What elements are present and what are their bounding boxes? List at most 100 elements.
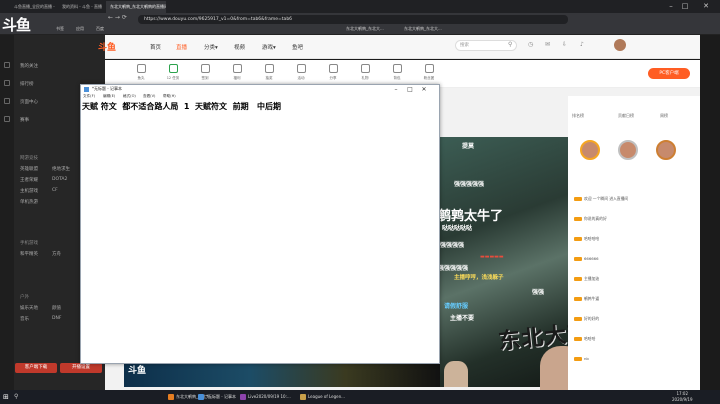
tool-item[interactable]: 12 任务 xyxy=(160,64,186,81)
stream-settings-button[interactable]: 开播设置 xyxy=(60,363,102,373)
sidebar-item[interactable]: CF xyxy=(52,188,58,193)
tool-item[interactable]: 礼物 xyxy=(352,64,378,81)
nav-games[interactable]: 游戏▾ xyxy=(262,43,276,51)
sidebar-item[interactable]: 单机热游 xyxy=(20,199,38,205)
minimize-icon[interactable]: – xyxy=(664,0,678,12)
sidebar-section-title: 手机游戏 xyxy=(20,241,38,246)
tool-item[interactable]: 活动 xyxy=(288,64,314,81)
top-fan-avatar[interactable] xyxy=(618,140,638,160)
site-header xyxy=(105,35,700,59)
bookmark-item[interactable]: 应用 xyxy=(76,26,84,32)
tool-item[interactable]: 分享 xyxy=(320,64,346,81)
chat-line: 你说的真的好 xyxy=(574,216,607,222)
nav-category[interactable]: 分类▾ xyxy=(204,43,218,51)
menu-edit[interactable]: 编辑(E) xyxy=(103,94,115,99)
notepad-close-icon[interactable]: ✕ xyxy=(418,85,430,94)
history-icon[interactable]: ◷ xyxy=(528,41,533,48)
maximize-icon[interactable]: □ xyxy=(678,0,692,12)
tool-item[interactable]: 鱼丸 xyxy=(128,64,154,81)
page-center-icon[interactable] xyxy=(4,98,10,104)
tool-item[interactable]: 抽奖 xyxy=(256,64,282,81)
windows-start-icon[interactable]: ⊞ xyxy=(3,393,9,401)
sidebar-item[interactable]: 颜值 xyxy=(52,305,61,311)
sidebar-item-page-center[interactable]: 页面中心 xyxy=(20,99,38,105)
tool-item[interactable]: 签到 xyxy=(192,64,218,81)
close-icon[interactable]: ✕ xyxy=(692,0,720,12)
sidebar-item[interactable]: 主机游戏 xyxy=(20,188,38,194)
sidebar-item[interactable]: DNF xyxy=(52,316,61,321)
url-input[interactable]: https://www.douyu.com/9625917_v1=0&from=… xyxy=(138,15,568,24)
menu-help[interactable]: 帮助(H) xyxy=(163,94,176,99)
notepad-window[interactable] xyxy=(80,84,440,364)
back-forward-icon[interactable]: ← → ⟳ xyxy=(108,14,127,21)
header-logo[interactable]: 斗鱼 xyxy=(98,40,116,53)
tool-item[interactable]: 粉丝团 xyxy=(416,64,442,81)
chat-line: 哈哈哈 xyxy=(574,336,595,342)
sidebar-item[interactable]: 音乐 xyxy=(20,316,29,322)
taskbar-item[interactable]: League of Legen... xyxy=(298,391,348,403)
search-icon[interactable]: ⚲ xyxy=(14,393,18,400)
menu-file[interactable]: 文件(F) xyxy=(83,94,95,99)
danmaku: 请假舒服 xyxy=(444,303,469,310)
danmaku: 鹌鹑太牛了 xyxy=(440,209,504,224)
sidebar-item[interactable]: 绝地求生 xyxy=(52,166,70,172)
system-clock: 17:02 2020/9/19 xyxy=(672,391,693,402)
sidebar-item-rank[interactable]: 排行榜 xyxy=(20,81,34,87)
tool-item[interactable]: 背包 xyxy=(384,64,410,81)
sidebar-item[interactable]: 王者荣耀 xyxy=(20,177,38,183)
sidebar-item[interactable]: 娱乐天地 xyxy=(20,305,38,311)
sidebar-item-follow[interactable]: 我的关注 xyxy=(20,63,38,69)
rank-icon[interactable] xyxy=(4,80,10,86)
taskbar-item[interactable]: *无标题 - 记事本 xyxy=(196,391,236,403)
sidebar-item[interactable]: 英雄联盟 xyxy=(20,166,38,172)
nav-live[interactable]: 直播 xyxy=(176,43,187,51)
menu-view[interactable]: 查看(V) xyxy=(143,94,155,99)
download-icon[interactable]: ⇩ xyxy=(562,41,567,48)
taskbar-item[interactable]: Live2020/09/19 10:... xyxy=(238,391,296,403)
danmaku: 主播哼哼，浅浅躲子 xyxy=(454,275,504,281)
bookmark-item[interactable]: 东北大鹌鹑_东北大... xyxy=(346,26,384,32)
browser-tab[interactable]: 斗鱼直播_全民的直播 - 斗鱼直播 xyxy=(10,1,56,13)
bookmark-item[interactable]: 百度 xyxy=(96,26,104,32)
notepad-maximize-icon[interactable]: □ xyxy=(404,85,416,94)
browser-tab[interactable]: 我的资料 - 斗鱼 - 直播 xyxy=(58,1,104,13)
bell-icon[interactable]: ♪ xyxy=(580,41,584,48)
sidebar-item[interactable]: DOTA2 xyxy=(52,177,67,182)
browser-tab-active[interactable]: 东北大鹌鹑_东北大鹌鹑的直播间 xyxy=(106,1,166,13)
danmaku: 哒哒哒哒哒 xyxy=(442,225,473,232)
nav-home[interactable]: 首页 xyxy=(150,43,161,51)
avatar[interactable] xyxy=(614,39,626,51)
stream-bottom-bar xyxy=(124,361,440,387)
notepad-title: *无标题 - 记事本 xyxy=(92,86,122,91)
nav-yuba[interactable]: 鱼吧 xyxy=(292,43,303,51)
chat-line: 主播加油 xyxy=(574,276,599,282)
tool-item[interactable]: 福利 xyxy=(224,64,250,81)
bookmark-item[interactable]: 书签 xyxy=(56,26,64,32)
notepad-minimize-icon[interactable]: – xyxy=(390,85,402,94)
sidebar-item[interactable]: 方舟 xyxy=(52,251,61,257)
pc-client-button[interactable]: PC客户端 xyxy=(648,68,690,79)
bookmark-item[interactable]: 东北大鹌鹑_东北大... xyxy=(404,26,442,32)
notepad-text-area[interactable]: 天赋 符文 都不适合路人局 1 天赋符文 前期 中后期 xyxy=(82,101,281,112)
chat-line: 欢迎 一个瞬间 进入直播间 xyxy=(574,196,628,202)
chat-line: 666666 xyxy=(574,256,599,261)
chat-tab[interactable]: 排名榜 xyxy=(572,113,584,119)
stream-logo: 斗鱼 xyxy=(128,366,147,376)
match-icon[interactable] xyxy=(4,116,10,122)
menu-format[interactable]: 格式(O) xyxy=(123,94,136,99)
top-fan-avatar[interactable] xyxy=(656,140,676,160)
top-fan-avatar[interactable] xyxy=(580,140,600,160)
nav-video[interactable]: 视频 xyxy=(234,43,245,51)
streamer-cam-left xyxy=(444,361,468,387)
notepad-titlebar[interactable] xyxy=(81,85,439,94)
sidebar-item[interactable]: 和平精英 xyxy=(20,251,38,257)
follow-icon[interactable] xyxy=(4,62,10,68)
message-icon[interactable]: ✉ xyxy=(545,41,550,48)
search-icon[interactable]: ⚲ xyxy=(508,41,512,48)
client-download-button[interactable]: 客户端下载 xyxy=(15,363,57,373)
danmaku: 强强强强强 xyxy=(454,181,485,188)
chat-tab[interactable]: 周榜 xyxy=(660,113,668,119)
sidebar-item-match[interactable]: 赛事 xyxy=(20,117,29,123)
chat-tab[interactable]: 贡献日榜 xyxy=(618,113,634,119)
douyu-logo[interactable]: 斗鱼 xyxy=(2,14,31,35)
